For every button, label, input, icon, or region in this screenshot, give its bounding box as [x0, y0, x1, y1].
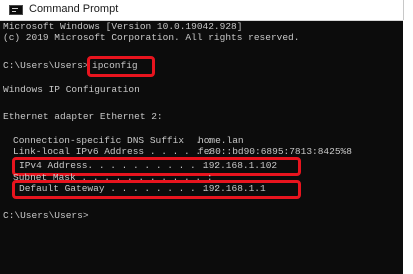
dns-suffix-line: Connection-specific DNS Suffix . : [13, 135, 219, 146]
version-line: Microsoft Windows [Version 10.0.19042.92… [3, 21, 243, 32]
command-highlight [87, 56, 155, 77]
ipv6-value: fe80::bd90:6895:7813:8425%8 [198, 146, 352, 157]
prompt-2: C:\Users\Users> [3, 210, 89, 221]
ipv6-line: Link-local IPv6 Address . . . . . : [13, 146, 213, 157]
copyright-line: (c) 2019 Microsoft Corporation. All righ… [3, 32, 300, 43]
scrollbar[interactable] [403, 20, 413, 274]
console-icon [9, 5, 23, 15]
adapter-line: Ethernet adapter Ethernet 2: [3, 111, 163, 122]
gateway-highlight [12, 180, 301, 199]
ip-config-header: Windows IP Configuration [3, 84, 140, 95]
console-output[interactable]: Microsoft Windows [Version 10.0.19042.92… [0, 20, 403, 274]
window-title: Command Prompt [29, 3, 119, 15]
command-prompt-window: Command Prompt Microsoft Windows [Versio… [0, 0, 404, 274]
dns-suffix-value: home.lan [198, 135, 244, 146]
title-bar[interactable]: Command Prompt [0, 0, 403, 21]
prompt-path: C:\Users\Users> [3, 60, 89, 71]
